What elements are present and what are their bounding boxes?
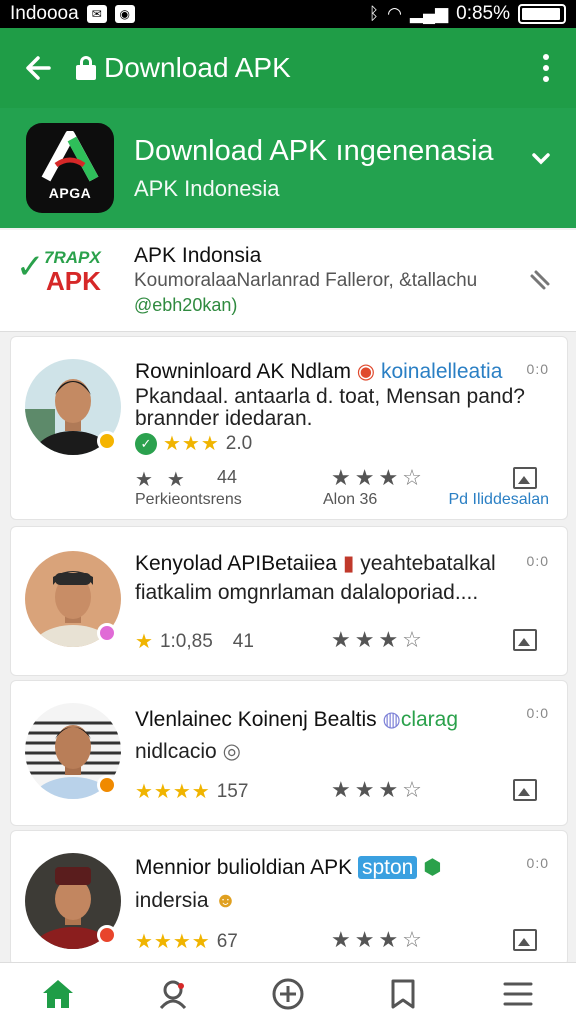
publisher-logo-top: 7RAPX <box>44 248 101 267</box>
battery-icon <box>518 4 566 24</box>
card-tag: clarag <box>400 708 459 731</box>
rating-stars: ★★★ <box>163 433 220 455</box>
back-arrow-icon <box>26 56 51 80</box>
publisher-row[interactable]: ✓ 7RAPX APK APK Indonsia KoumoralaaNarla… <box>0 230 576 332</box>
card-menu-button[interactable]: 0:0 <box>527 855 549 871</box>
status-badge <box>97 925 117 945</box>
image-icon[interactable] <box>513 467 537 489</box>
stat-count: 44 <box>217 467 238 487</box>
star-rating-control[interactable]: ★★★☆ <box>331 627 426 653</box>
rating-row: ★★★★ 157 <box>135 779 248 804</box>
publisher-description: KoumoralaaNarlanrad Falleror, &tallachu <box>134 270 478 291</box>
list-item[interactable]: Mennior bulioldian APK spton ⬢ 0:0 inder… <box>10 830 568 966</box>
publisher-handle[interactable]: @ebh20kan) <box>134 295 237 316</box>
nav-bookmark[interactable] <box>373 966 433 1022</box>
card-description: fiatkalim omgnrlaman dalaloporiad.... <box>135 581 479 604</box>
app-logo-text: APGA <box>48 185 92 201</box>
card-tag: spton <box>357 856 418 879</box>
star-rating-control[interactable]: ★★★☆ <box>331 465 426 491</box>
image-icon[interactable] <box>513 929 537 951</box>
rating-count: 41 <box>232 630 254 652</box>
footer-right[interactable]: Pd Iliddesalan <box>448 491 549 509</box>
add-circle-icon <box>272 978 304 1009</box>
mail-icon: ✉ <box>86 5 107 23</box>
publisher-logo: ✓ 7RAPX APK <box>16 248 106 304</box>
image-icon[interactable] <box>513 629 537 651</box>
menu-icon <box>503 982 533 1005</box>
link-icon <box>530 270 550 290</box>
card-tag: koinalelleatia <box>380 360 503 383</box>
star-rating-control[interactable]: ★★★☆ <box>331 927 426 953</box>
rating-stars: ★★★★ <box>135 931 211 953</box>
publisher-name: APK Indonsia <box>134 244 262 267</box>
publisher-logo-main: APK <box>46 266 101 296</box>
footer-left: Perkieontsrens <box>135 491 242 508</box>
image-icon[interactable] <box>513 779 537 801</box>
lock-icon <box>76 56 96 80</box>
bookmark-icon <box>391 979 415 1008</box>
card-title: Mennior bulioldian APK spton ⬢ <box>135 856 442 879</box>
card-menu-button[interactable]: 0:0 <box>527 705 549 721</box>
bottom-nav <box>0 962 576 1024</box>
card-description-2: brannder idedaran. <box>135 407 313 430</box>
app-bar: Download APK <box>0 28 576 108</box>
chevron-down-icon <box>532 153 550 165</box>
time-label: 0:85% <box>456 3 510 24</box>
card-description: nidlcacio ◎ <box>135 740 241 763</box>
signal-icon: ▂▄▆ <box>409 4 449 23</box>
rating-star: ★ <box>135 631 154 653</box>
wifi-icon: ◠ <box>387 4 402 23</box>
carrier-label: Indoooa <box>10 3 79 24</box>
status-bar: Indoooa ✉ ◉ ᛒ ◠ ▂▄▆ 0:85% <box>0 0 576 28</box>
rating-value: 67 <box>216 930 238 952</box>
nav-add[interactable] <box>258 966 318 1022</box>
rating-value: 2.0 <box>225 432 253 454</box>
card-title: Vlenlainec Koinenj Bealtis ◍clarag <box>135 708 459 731</box>
nav-home[interactable] <box>28 966 88 1022</box>
card-tag: yeahtebatalkal <box>360 552 496 575</box>
app-logo: APGA <box>26 123 114 213</box>
app-header: APGA Download APK ıngenenasia APK Indone… <box>0 108 576 228</box>
link-button[interactable] <box>524 266 554 296</box>
card-menu-button[interactable]: 0:0 <box>527 361 549 377</box>
list-item[interactable]: Kenyolad APIBetaiiea ▮ yeahtebatalkal 0:… <box>10 526 568 676</box>
list-item[interactable]: Rowninloard AK Ndlam ◉ koinalelleatia 0:… <box>10 336 568 520</box>
card-description: Pkandaal. antaarla d. toat, Mensan pand? <box>135 385 525 408</box>
status-badge <box>97 431 117 451</box>
nav-profile[interactable] <box>143 966 203 1022</box>
status-badge <box>97 623 117 643</box>
app-bar-title: Download APK <box>104 52 291 83</box>
rating-value: 1:0,85 <box>159 630 213 652</box>
star-rating-control[interactable]: ★★★☆ <box>331 777 426 803</box>
card-description: indersia ☻ <box>135 889 237 912</box>
more-options-button[interactable] <box>516 28 576 108</box>
check-icon: ✓ <box>16 248 45 286</box>
stats-stars: ★★ <box>135 469 199 491</box>
status-badge <box>97 775 117 795</box>
card-menu-button[interactable]: 0:0 <box>527 553 549 569</box>
profile-icon <box>159 980 186 1009</box>
nav-menu[interactable] <box>488 966 548 1022</box>
rating-value: 157 <box>216 780 249 802</box>
verified-icon: ✓ <box>135 432 157 455</box>
footer-mid: Alon 36 <box>323 491 378 508</box>
card-title: Kenyolad APIBetaiiea ▮ yeahtebatalkal <box>135 552 496 575</box>
bluetooth-icon: ᛒ <box>368 4 380 23</box>
rating-row: ★★★★ 67 <box>135 929 238 954</box>
list-item[interactable]: Vlenlainec Koinenj Bealtis ◍clarag 0:0 n… <box>10 680 568 826</box>
rating-row: ★ 1:0,85 41 <box>135 629 254 654</box>
back-button[interactable] <box>0 28 76 108</box>
home-icon <box>42 979 73 1008</box>
rating-row: ✓ ★★★ 2.0 <box>135 431 252 456</box>
more-vert-icon <box>543 54 549 60</box>
card-title: Rowninloard AK Ndlam ◉ koinalelleatia <box>135 360 503 383</box>
expand-button[interactable] <box>526 144 556 174</box>
app-title: Download APK ıngenenasia <box>134 134 494 167</box>
rating-stars: ★★★★ <box>135 781 211 803</box>
notification-icon: ◉ <box>114 5 135 23</box>
app-subtitle: APK Indonesia <box>134 175 280 201</box>
